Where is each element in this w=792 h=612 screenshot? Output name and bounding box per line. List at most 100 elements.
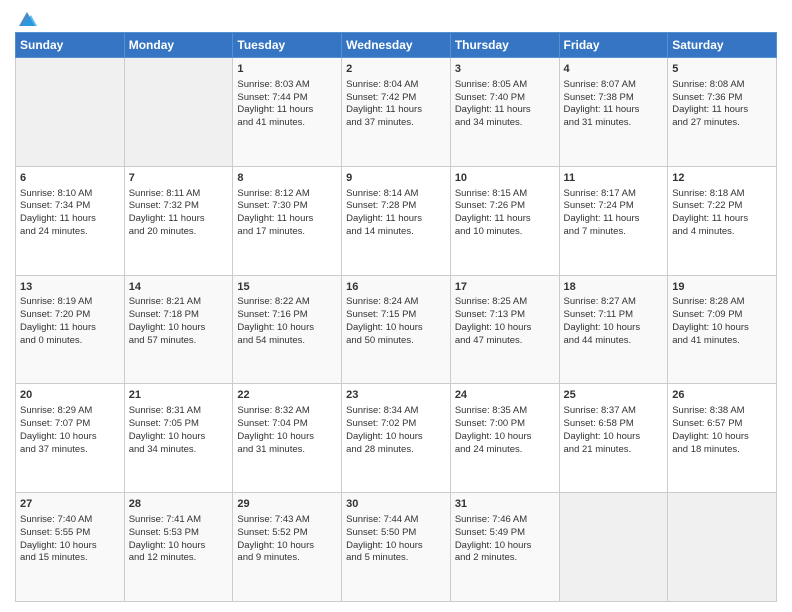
- calendar-cell: 5Sunrise: 8:08 AMSunset: 7:36 PMDaylight…: [668, 58, 777, 167]
- calendar-cell: 16Sunrise: 8:24 AMSunset: 7:15 PMDayligh…: [342, 275, 451, 384]
- cell-info-line: Sunrise: 8:05 AM: [455, 79, 555, 92]
- cell-info-line: and 9 minutes.: [237, 552, 337, 565]
- calendar-cell: [16, 58, 125, 167]
- day-number: 20: [20, 388, 120, 403]
- cell-info-line: Sunrise: 8:14 AM: [346, 188, 446, 201]
- day-number: 1: [237, 62, 337, 77]
- calendar-cell: 3 Sunrise: 8:05 AMSunset: 7:40 PMDaylight…: [450, 58, 559, 167]
- cell-info-line: Daylight: 10 hours: [20, 431, 120, 444]
- cell-info-line: Sunset: 7:34 PM: [20, 200, 120, 213]
- calendar-cell: 11Sunrise: 8:17 AMSunset: 7:24 PMDayligh…: [559, 166, 668, 275]
- cell-info-line: Sunrise: 8:32 AM: [237, 405, 337, 418]
- cell-info-line: Sunset: 5:53 PM: [129, 527, 229, 540]
- cell-info-line: Daylight: 10 hours: [455, 431, 555, 444]
- calendar-cell: 21Sunrise: 8:31 AMSunset: 7:05 PMDayligh…: [124, 384, 233, 493]
- day-number: 28: [129, 497, 229, 512]
- calendar-cell: 13Sunrise: 8:19 AMSunset: 7:20 PMDayligh…: [16, 275, 125, 384]
- cell-info-line: Sunrise: 8:25 AM: [455, 296, 555, 309]
- cell-info-line: Daylight: 10 hours: [455, 322, 555, 335]
- day-number: 11: [564, 171, 664, 186]
- cell-info-line: Daylight: 11 hours: [237, 213, 337, 226]
- cell-info-line: Sunset: 7:22 PM: [672, 200, 772, 213]
- calendar-cell: [559, 493, 668, 602]
- cell-info-line: Sunset: 7:28 PM: [346, 200, 446, 213]
- day-number: 31: [455, 497, 555, 512]
- cell-info-line: Sunrise: 8:28 AM: [672, 296, 772, 309]
- dow-header: Friday: [559, 33, 668, 58]
- day-number: 22: [237, 388, 337, 403]
- cell-info-line: Sunrise: 8:15 AM: [455, 188, 555, 201]
- cell-info-line: Sunrise: 7:46 AM: [455, 514, 555, 527]
- day-number: 25: [564, 388, 664, 403]
- calendar-cell: 6Sunrise: 8:10 AMSunset: 7:34 PMDaylight…: [16, 166, 125, 275]
- cell-info-line: Sunset: 7:11 PM: [564, 309, 664, 322]
- calendar-week-row: 20Sunrise: 8:29 AMSunset: 7:07 PMDayligh…: [16, 384, 777, 493]
- page: SundayMondayTuesdayWednesdayThursdayFrid…: [0, 0, 792, 612]
- cell-info-line: Sunrise: 8:04 AM: [346, 79, 446, 92]
- cell-info-line: Daylight: 10 hours: [346, 540, 446, 553]
- cell-info-line: Sunset: 5:55 PM: [20, 527, 120, 540]
- day-number: 3: [455, 62, 555, 77]
- calendar-cell: 29Sunrise: 7:43 AMSunset: 5:52 PMDayligh…: [233, 493, 342, 602]
- cell-info-line: and 10 minutes.: [455, 226, 555, 239]
- calendar-cell: 10Sunrise: 8:15 AMSunset: 7:26 PMDayligh…: [450, 166, 559, 275]
- cell-info-line: Daylight: 11 hours: [346, 104, 446, 117]
- header: [15, 10, 777, 24]
- cell-info-line: Sunset: 7:13 PM: [455, 309, 555, 322]
- cell-info-line: Daylight: 10 hours: [129, 431, 229, 444]
- cell-info-line: Sunset: 7:42 PM: [346, 92, 446, 105]
- calendar-cell: 2Sunrise: 8:04 AMSunset: 7:42 PMDaylight…: [342, 58, 451, 167]
- cell-info-line: Daylight: 10 hours: [129, 322, 229, 335]
- cell-info-line: Daylight: 11 hours: [20, 322, 120, 335]
- cell-info-line: Sunset: 7:40 PM: [455, 92, 555, 105]
- cell-info-line: and 15 minutes.: [20, 552, 120, 565]
- cell-info-line: and 37 minutes.: [20, 444, 120, 457]
- dow-header: Thursday: [450, 33, 559, 58]
- cell-info-line: Sunrise: 8:38 AM: [672, 405, 772, 418]
- cell-info-line: Sunrise: 8:29 AM: [20, 405, 120, 418]
- calendar-week-row: 27Sunrise: 7:40 AMSunset: 5:55 PMDayligh…: [16, 493, 777, 602]
- dow-header: Saturday: [668, 33, 777, 58]
- calendar-cell: 31Sunrise: 7:46 AMSunset: 5:49 PMDayligh…: [450, 493, 559, 602]
- calendar-cell: 23Sunrise: 8:34 AMSunset: 7:02 PMDayligh…: [342, 384, 451, 493]
- cell-info-line: and 41 minutes.: [672, 335, 772, 348]
- cell-info-line: Sunrise: 8:35 AM: [455, 405, 555, 418]
- cell-info-line: Daylight: 11 hours: [455, 213, 555, 226]
- cell-info-line: Daylight: 10 hours: [672, 322, 772, 335]
- calendar-cell: 19Sunrise: 8:28 AMSunset: 7:09 PMDayligh…: [668, 275, 777, 384]
- logo: [15, 10, 37, 24]
- dow-header: Sunday: [16, 33, 125, 58]
- day-number: 6: [20, 171, 120, 186]
- day-number: 17: [455, 280, 555, 295]
- cell-info-line: Sunset: 7:00 PM: [455, 418, 555, 431]
- calendar-cell: 25Sunrise: 8:37 AMSunset: 6:58 PMDayligh…: [559, 384, 668, 493]
- calendar-cell: [668, 493, 777, 602]
- day-number: 23: [346, 388, 446, 403]
- calendar-week-row: 1Sunrise: 8:03 AMSunset: 7:44 PMDaylight…: [16, 58, 777, 167]
- cell-info-line: Sunrise: 7:44 AM: [346, 514, 446, 527]
- cell-info-line: and 54 minutes.: [237, 335, 337, 348]
- day-number: 7: [129, 171, 229, 186]
- calendar-cell: 8Sunrise: 8:12 AMSunset: 7:30 PMDaylight…: [233, 166, 342, 275]
- cell-info-line: Sunset: 7:44 PM: [237, 92, 337, 105]
- day-number: 27: [20, 497, 120, 512]
- calendar-body: 1Sunrise: 8:03 AMSunset: 7:44 PMDaylight…: [16, 58, 777, 602]
- cell-info-line: and 20 minutes.: [129, 226, 229, 239]
- cell-info-line: Daylight: 10 hours: [20, 540, 120, 553]
- cell-info-line: and 34 minutes.: [129, 444, 229, 457]
- cell-info-line: Sunset: 7:09 PM: [672, 309, 772, 322]
- cell-info-line: and 7 minutes.: [564, 226, 664, 239]
- calendar-cell: 26Sunrise: 8:38 AMSunset: 6:57 PMDayligh…: [668, 384, 777, 493]
- cell-info-line: and 21 minutes.: [564, 444, 664, 457]
- calendar-week-row: 13Sunrise: 8:19 AMSunset: 7:20 PMDayligh…: [16, 275, 777, 384]
- cell-info-line: Daylight: 11 hours: [455, 104, 555, 117]
- cell-info-line: Sunrise: 8:12 AM: [237, 188, 337, 201]
- cell-info-line: Sunset: 7:16 PM: [237, 309, 337, 322]
- cell-info-line: Daylight: 11 hours: [564, 104, 664, 117]
- calendar-cell: 22Sunrise: 8:32 AMSunset: 7:04 PMDayligh…: [233, 384, 342, 493]
- cell-info-line: and 2 minutes.: [455, 552, 555, 565]
- day-number: 13: [20, 280, 120, 295]
- cell-info-line: Daylight: 10 hours: [672, 431, 772, 444]
- cell-info-line: Sunrise: 7:41 AM: [129, 514, 229, 527]
- cell-info-line: Sunrise: 7:43 AM: [237, 514, 337, 527]
